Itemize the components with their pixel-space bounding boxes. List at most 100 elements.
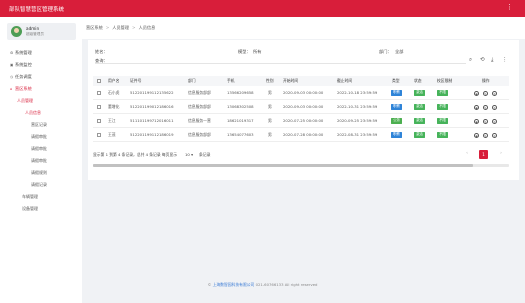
cell-idnumber: 512201199012186016 <box>130 104 174 109</box>
row-checkbox[interactable] <box>97 133 101 137</box>
user-role: 超级管理员 <box>26 32 44 36</box>
cell-idnumber: 512201199112135622 <box>130 90 174 95</box>
cell-username: 石小虎 <box>108 90 120 95</box>
breadcrumb-bar: 营区系统 > 人员管理 > 人员信息 <box>82 17 525 39</box>
table-row[interactable]: 王江 511101199712016011 信息服务一营 18621019317… <box>93 114 509 128</box>
company-link[interactable]: 上海数智园科技有限公司 <box>213 282 255 287</box>
more-icon[interactable]: ⋮ <box>502 57 508 64</box>
page-size-select[interactable]: 10 ▾ <box>185 152 193 157</box>
delete-icon[interactable]: ✕ <box>492 90 497 96</box>
footer-copy: 021-60766133 All right reserved <box>255 282 318 287</box>
user-card[interactable]: admin 超级管理员 <box>7 23 76 40</box>
cell-end: 2020-09-25 23:59:59 <box>337 118 378 123</box>
row-checkbox[interactable] <box>97 91 101 95</box>
download-icon[interactable]: ⤓ <box>491 57 493 64</box>
prev-page-button[interactable]: ‹ <box>463 150 471 158</box>
delete-icon[interactable]: ✕ <box>492 104 497 110</box>
sidebar-item-vehicles[interactable]: 车辆管理 <box>22 194 38 200</box>
gear-icon: ⚙ <box>10 51 14 55</box>
cell-phone: 13566209658 <box>227 90 254 95</box>
view-icon[interactable]: ◉ <box>474 118 479 124</box>
next-page-button[interactable]: › <box>497 150 505 158</box>
table-row[interactable]: 石小虎 512201199112135622 信息服务部部 1356620965… <box>93 86 509 100</box>
breadcrumb-mid[interactable]: 人员管理 <box>112 25 129 30</box>
cell-start: 2020-07-25 00:00:00 <box>283 118 324 123</box>
cell-phone: 13654077603 <box>227 132 254 137</box>
sidebar-item-leave-approval-1[interactable]: 请假审批 <box>31 134 47 140</box>
sidebar-item-monitor[interactable]: ▣ 系统监控 <box>10 62 32 68</box>
mode-filter-label: 模型： <box>238 49 251 54</box>
scrollbar-thumb[interactable] <box>93 164 473 167</box>
home-icon: ⌂ <box>10 87 13 91</box>
sidebar-item-camp[interactable]: ⌂ 营区系统 <box>10 86 32 92</box>
edit-icon[interactable]: ✎ <box>483 104 488 110</box>
sidebar-group-personnel[interactable]: 人员管理 <box>17 98 33 104</box>
breadcrumb-root[interactable]: 营区系统 <box>86 25 103 30</box>
horizontal-scrollbar[interactable] <box>93 164 509 167</box>
table-row[interactable]: 王茂 512201199112186019 信息服务部部 13654077603… <box>93 128 509 142</box>
search-icon[interactable]: ⌕ <box>469 57 472 64</box>
cell-gender: 男 <box>268 118 272 123</box>
monitor-icon: ▣ <box>10 63 14 67</box>
cell-end: 2022-08-31 23:59:59 <box>337 132 378 137</box>
dept-filter-select[interactable]: 全部 <box>395 49 403 55</box>
sidebar: admin 超级管理员 ⚙ 系统管理 ▣ 系统监控 ◷ 任务调度 ⌂ 营区系统 人员管理… <box>0 17 82 303</box>
limit-badge[interactable]: 不限 <box>437 118 448 124</box>
mode-filter-select[interactable]: 所有 <box>253 49 261 55</box>
delete-icon[interactable]: ✕ <box>492 132 497 138</box>
col-actions: 操作 <box>482 78 490 83</box>
limit-badge[interactable]: 不限 <box>437 132 448 138</box>
limit-badge[interactable]: 不限 <box>437 90 448 96</box>
edit-icon[interactable]: ✎ <box>483 132 488 138</box>
refresh-icon[interactable]: ⟲ <box>480 57 485 64</box>
cell-username: 王江 <box>108 118 116 123</box>
status-badge[interactable]: 激活 <box>414 132 425 138</box>
cell-department: 信息服务部部 <box>188 132 211 137</box>
sidebar-item-schedule[interactable]: ◷ 任务调度 <box>10 74 32 80</box>
cell-department: 信息服务部部 <box>188 104 211 109</box>
view-icon[interactable]: ◉ <box>474 132 479 138</box>
app-title: 部队智慧营区管理系统 <box>9 7 65 13</box>
type-badge: 职教 <box>391 132 402 138</box>
status-badge[interactable]: 激活 <box>414 90 425 96</box>
col-username: 用户名 <box>108 78 120 83</box>
row-checkbox[interactable] <box>97 119 101 123</box>
cell-department: 信息服务部部 <box>188 90 211 95</box>
type-badge: 公务 <box>391 118 402 124</box>
status-badge[interactable]: 激活 <box>414 104 425 110</box>
pagination-info: 显示第 1 到第 4 条记录，总共 4 条记录 每页显示 <box>93 152 178 157</box>
col-type: 类型 <box>392 78 400 83</box>
sidebar-item-leave-approval-3[interactable]: 请假审批 <box>31 158 47 164</box>
dept-filter-label: 部门： <box>379 49 392 54</box>
limit-badge[interactable]: 不限 <box>437 104 448 110</box>
col-idnumber: 证件号 <box>130 78 142 83</box>
col-phone: 手机 <box>227 78 235 83</box>
sidebar-item-system[interactable]: ⚙ 系统管理 <box>10 50 32 56</box>
menu-icon[interactable]: ⋮ <box>506 3 513 11</box>
select-all-checkbox[interactable] <box>97 79 101 83</box>
cell-phone: 13068302508 <box>227 104 254 109</box>
edit-icon[interactable]: ✎ <box>483 118 488 124</box>
col-start: 开始时间 <box>283 78 299 83</box>
sidebar-item-personnel-info[interactable]: 人员信息 <box>25 110 41 116</box>
name-filter-label: 姓名： <box>95 49 108 54</box>
sidebar-item-camp-record[interactable]: 营区记录 <box>31 122 47 128</box>
row-checkbox[interactable] <box>97 105 101 109</box>
cell-gender: 男 <box>268 104 272 109</box>
pagination-info-suffix: 条记录 <box>199 152 211 157</box>
sidebar-item-leave-rules[interactable]: 请假规则 <box>31 170 47 176</box>
status-badge[interactable]: 激活 <box>414 118 425 124</box>
delete-icon[interactable]: ✕ <box>492 118 497 124</box>
col-end: 截止时间 <box>337 78 353 83</box>
view-icon[interactable]: ◉ <box>474 104 479 110</box>
edit-icon[interactable]: ✎ <box>483 90 488 96</box>
sidebar-item-leave-records[interactable]: 请假记录 <box>31 182 47 188</box>
sidebar-item-devices[interactable]: 设备管理 <box>22 206 38 212</box>
page-1-button[interactable]: 1 <box>479 150 488 159</box>
view-icon[interactable]: ◉ <box>474 90 479 96</box>
cell-start: 2020-09-03 00:00:00 <box>283 104 324 109</box>
sidebar-item-leave-approval-2[interactable]: 请假审批 <box>31 146 47 152</box>
query-label: 查询： <box>95 58 108 63</box>
avatar <box>11 26 22 37</box>
table-row[interactable]: 董增化 512201199012186016 信息服务部部 1306830250… <box>93 100 509 114</box>
